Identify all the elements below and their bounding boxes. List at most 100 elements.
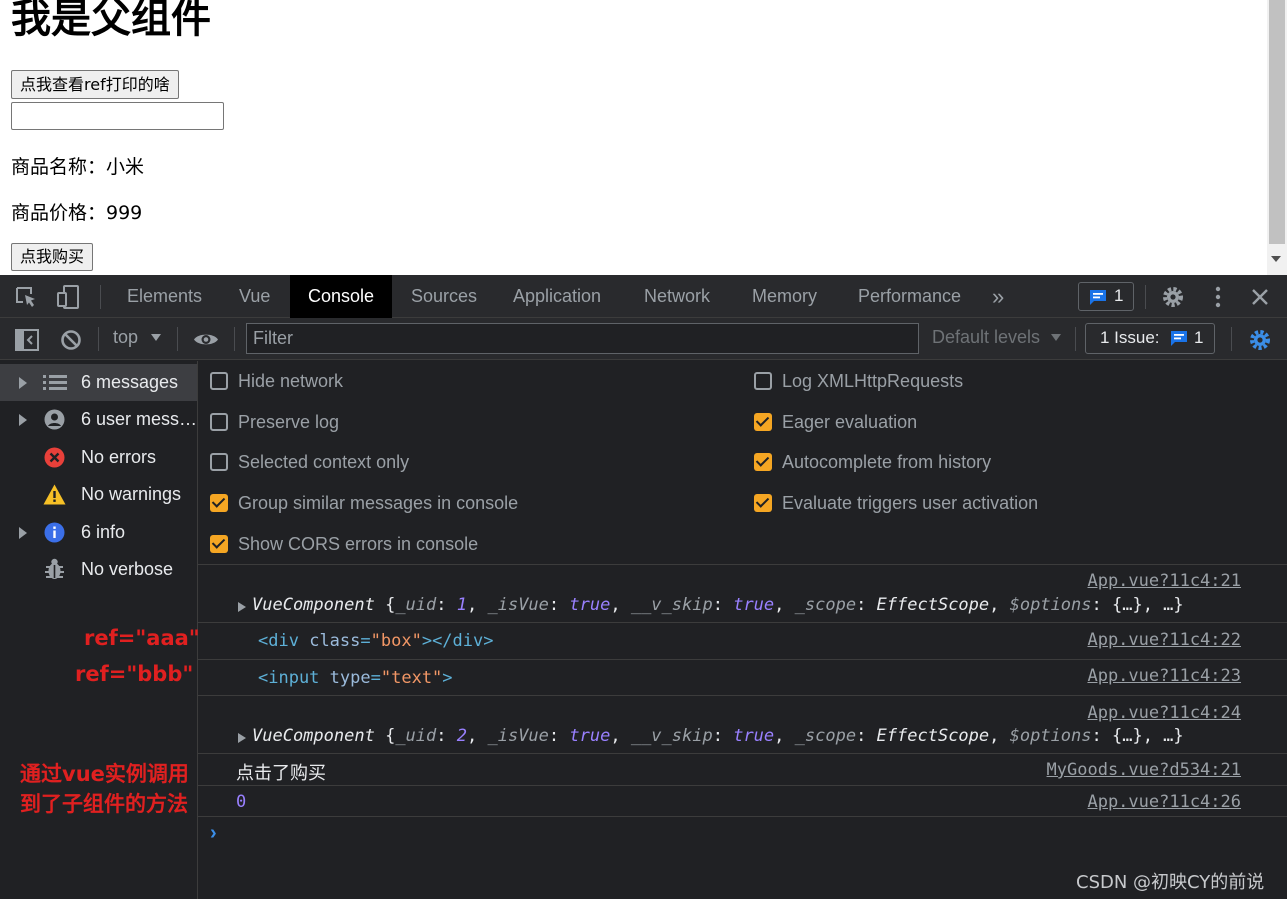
sidebar-item-user-messages[interactable]: 6 user mess… [0, 401, 197, 438]
bug-icon [45, 558, 64, 579]
warning-icon [43, 484, 66, 505]
tab-elements[interactable]: Elements [127, 275, 202, 318]
inspect-element-icon[interactable] [15, 286, 39, 308]
log-xhr-checkbox[interactable] [754, 372, 772, 390]
tab-sources[interactable]: Sources [411, 275, 477, 318]
device-toolbar-icon[interactable] [56, 284, 82, 310]
evaluate-triggers-checkbox[interactable] [754, 494, 772, 512]
messages-badge-button[interactable]: 1 [1078, 282, 1134, 311]
page-title: 我是父组件 [11, 0, 211, 42]
console-settings-gear-icon[interactable] [1248, 328, 1272, 352]
page-scrollbar[interactable] [1267, 0, 1287, 275]
scroll-down-arrow-icon[interactable] [1271, 256, 1281, 262]
message-icon [1090, 290, 1106, 305]
vue-component-object[interactable]: VueComponent {_uid: 1, _isVue: true, __v… [252, 595, 1184, 615]
sidebar-item-label: 6 user mess… [81, 409, 198, 429]
divider [98, 327, 99, 351]
eager-evaluation-checkbox[interactable] [754, 413, 772, 431]
expand-arrow-icon[interactable] [19, 414, 27, 426]
divider [100, 285, 101, 309]
show-cors-checkbox[interactable] [210, 535, 228, 553]
buy-button[interactable]: 点我购买 [11, 243, 94, 271]
tab-performance[interactable]: Performance [858, 275, 961, 318]
expand-arrow-icon[interactable] [19, 527, 27, 539]
div-element-node[interactable]: <div class="box"></div> [258, 631, 493, 651]
more-options-icon[interactable] [1208, 285, 1228, 309]
group-similar-checkbox[interactable] [210, 494, 228, 512]
sidebar-item-errors[interactable]: No errors [0, 439, 197, 476]
expand-arrow-icon[interactable] [19, 377, 27, 389]
live-expression-eye-icon[interactable] [193, 331, 219, 348]
sidebar-item-messages[interactable]: 6 messages [0, 364, 197, 401]
hide-network-checkbox[interactable] [210, 372, 228, 390]
expand-arrow-icon[interactable] [238, 602, 246, 612]
sidebar-item-label: No verbose [81, 559, 174, 579]
console-settings-panel: Hide network Preserve log Selected conte… [198, 361, 1287, 565]
preserve-log-checkbox[interactable] [210, 413, 228, 431]
uid-value: 1 [456, 595, 467, 615]
uid-value: 2 [456, 726, 467, 746]
tab-console[interactable]: Console [290, 275, 393, 318]
sidebar-item-label: 6 info [81, 522, 126, 542]
console-message[interactable]: App.vue?11c4:22 <div class="box"></div> [198, 623, 1287, 660]
product-name: 商品名称：小米 [11, 156, 145, 178]
expand-arrow-icon[interactable] [238, 733, 246, 743]
more-tabs-icon[interactable]: » [992, 275, 1004, 318]
console-message[interactable]: App.vue?11c4:23 <input type="text"> [198, 660, 1287, 696]
tab-application[interactable]: Application [513, 275, 601, 318]
hide-network-label: Hide network [238, 371, 344, 391]
scrollbar-thumb[interactable] [1269, 0, 1285, 244]
annotation-note-line2: 到了子组件的方法 [20, 792, 188, 816]
tab-memory[interactable]: Memory [752, 275, 817, 318]
error-icon [44, 447, 65, 468]
close-icon[interactable] [1250, 287, 1270, 307]
clear-console-icon[interactable] [60, 329, 82, 351]
issues-button[interactable]: 1 Issue: 1 [1085, 323, 1215, 354]
console-message[interactable]: App.vue?11c4:24 VueComponent {_uid: 2, _… [198, 696, 1287, 754]
console-message[interactable]: MyGoods.vue?d534:21 点击了购买 [198, 754, 1287, 786]
sidebar-item-label: 6 messages [81, 372, 179, 392]
sidebar-item-verbose[interactable]: No verbose [0, 551, 197, 588]
view-ref-button[interactable]: 点我查看ref打印的啥 [11, 70, 179, 99]
source-link[interactable]: App.vue?11c4:21 [1087, 571, 1241, 591]
context-selector[interactable]: top [113, 327, 138, 348]
settings-gear-icon[interactable] [1161, 285, 1185, 309]
default-levels-dropdown[interactable]: Default levels [932, 327, 1040, 348]
source-link[interactable]: App.vue?11c4:26 [1087, 792, 1241, 812]
vue-component-object[interactable]: VueComponent {_uid: 2, _isVue: true, __v… [252, 726, 1184, 746]
autocomplete-checkbox[interactable] [754, 453, 772, 471]
sidebar-toggle-icon[interactable] [15, 329, 39, 351]
input-element-node[interactable]: <input type="text"> [258, 668, 453, 688]
sidebar-item-warnings[interactable]: No warnings [0, 476, 197, 513]
group-similar-label: Group similar messages in console [238, 493, 519, 513]
messages-count: 1 [1114, 286, 1124, 305]
filter-input[interactable]: Filter [246, 323, 919, 354]
levels-chevron-icon [1051, 334, 1061, 341]
csdn-watermark: CSDN @初映CY的前说 [1076, 872, 1265, 893]
annotation-note-line1: 通过vue实例调用 [20, 762, 189, 786]
console-message[interactable]: App.vue?11c4:21 VueComponent {_uid: 1, _… [198, 565, 1287, 623]
issue-message-icon [1171, 331, 1187, 346]
selected-context-checkbox[interactable] [210, 453, 228, 471]
tab-network[interactable]: Network [644, 275, 710, 318]
console-prompt[interactable]: › [198, 817, 1287, 857]
source-link[interactable]: App.vue?11c4:24 [1087, 703, 1241, 723]
console-message[interactable]: App.vue?11c4:26 0 [198, 786, 1287, 817]
console-toolbar: top Filter Default levels 1 Issue: 1 [0, 318, 1287, 360]
prompt-chevron-icon: › [210, 822, 217, 844]
source-link[interactable]: App.vue?11c4:23 [1087, 666, 1241, 686]
tab-vue[interactable]: Vue [239, 275, 270, 318]
source-link[interactable]: App.vue?11c4:22 [1087, 630, 1241, 650]
source-link[interactable]: MyGoods.vue?d534:21 [1047, 760, 1241, 780]
divider [1145, 285, 1146, 309]
annotation-ref-aaa: ref="aaa" [84, 626, 200, 650]
text-input[interactable] [11, 102, 224, 130]
sidebar-item-label: No warnings [81, 484, 182, 504]
log-text: 点击了购买 [236, 763, 326, 784]
context-dropdown-icon[interactable] [151, 334, 161, 341]
divider [177, 327, 178, 351]
issues-count: 1 [1194, 328, 1204, 347]
list-icon [43, 375, 67, 390]
sidebar-item-info[interactable]: 6 info [0, 514, 197, 551]
divider [234, 327, 235, 351]
